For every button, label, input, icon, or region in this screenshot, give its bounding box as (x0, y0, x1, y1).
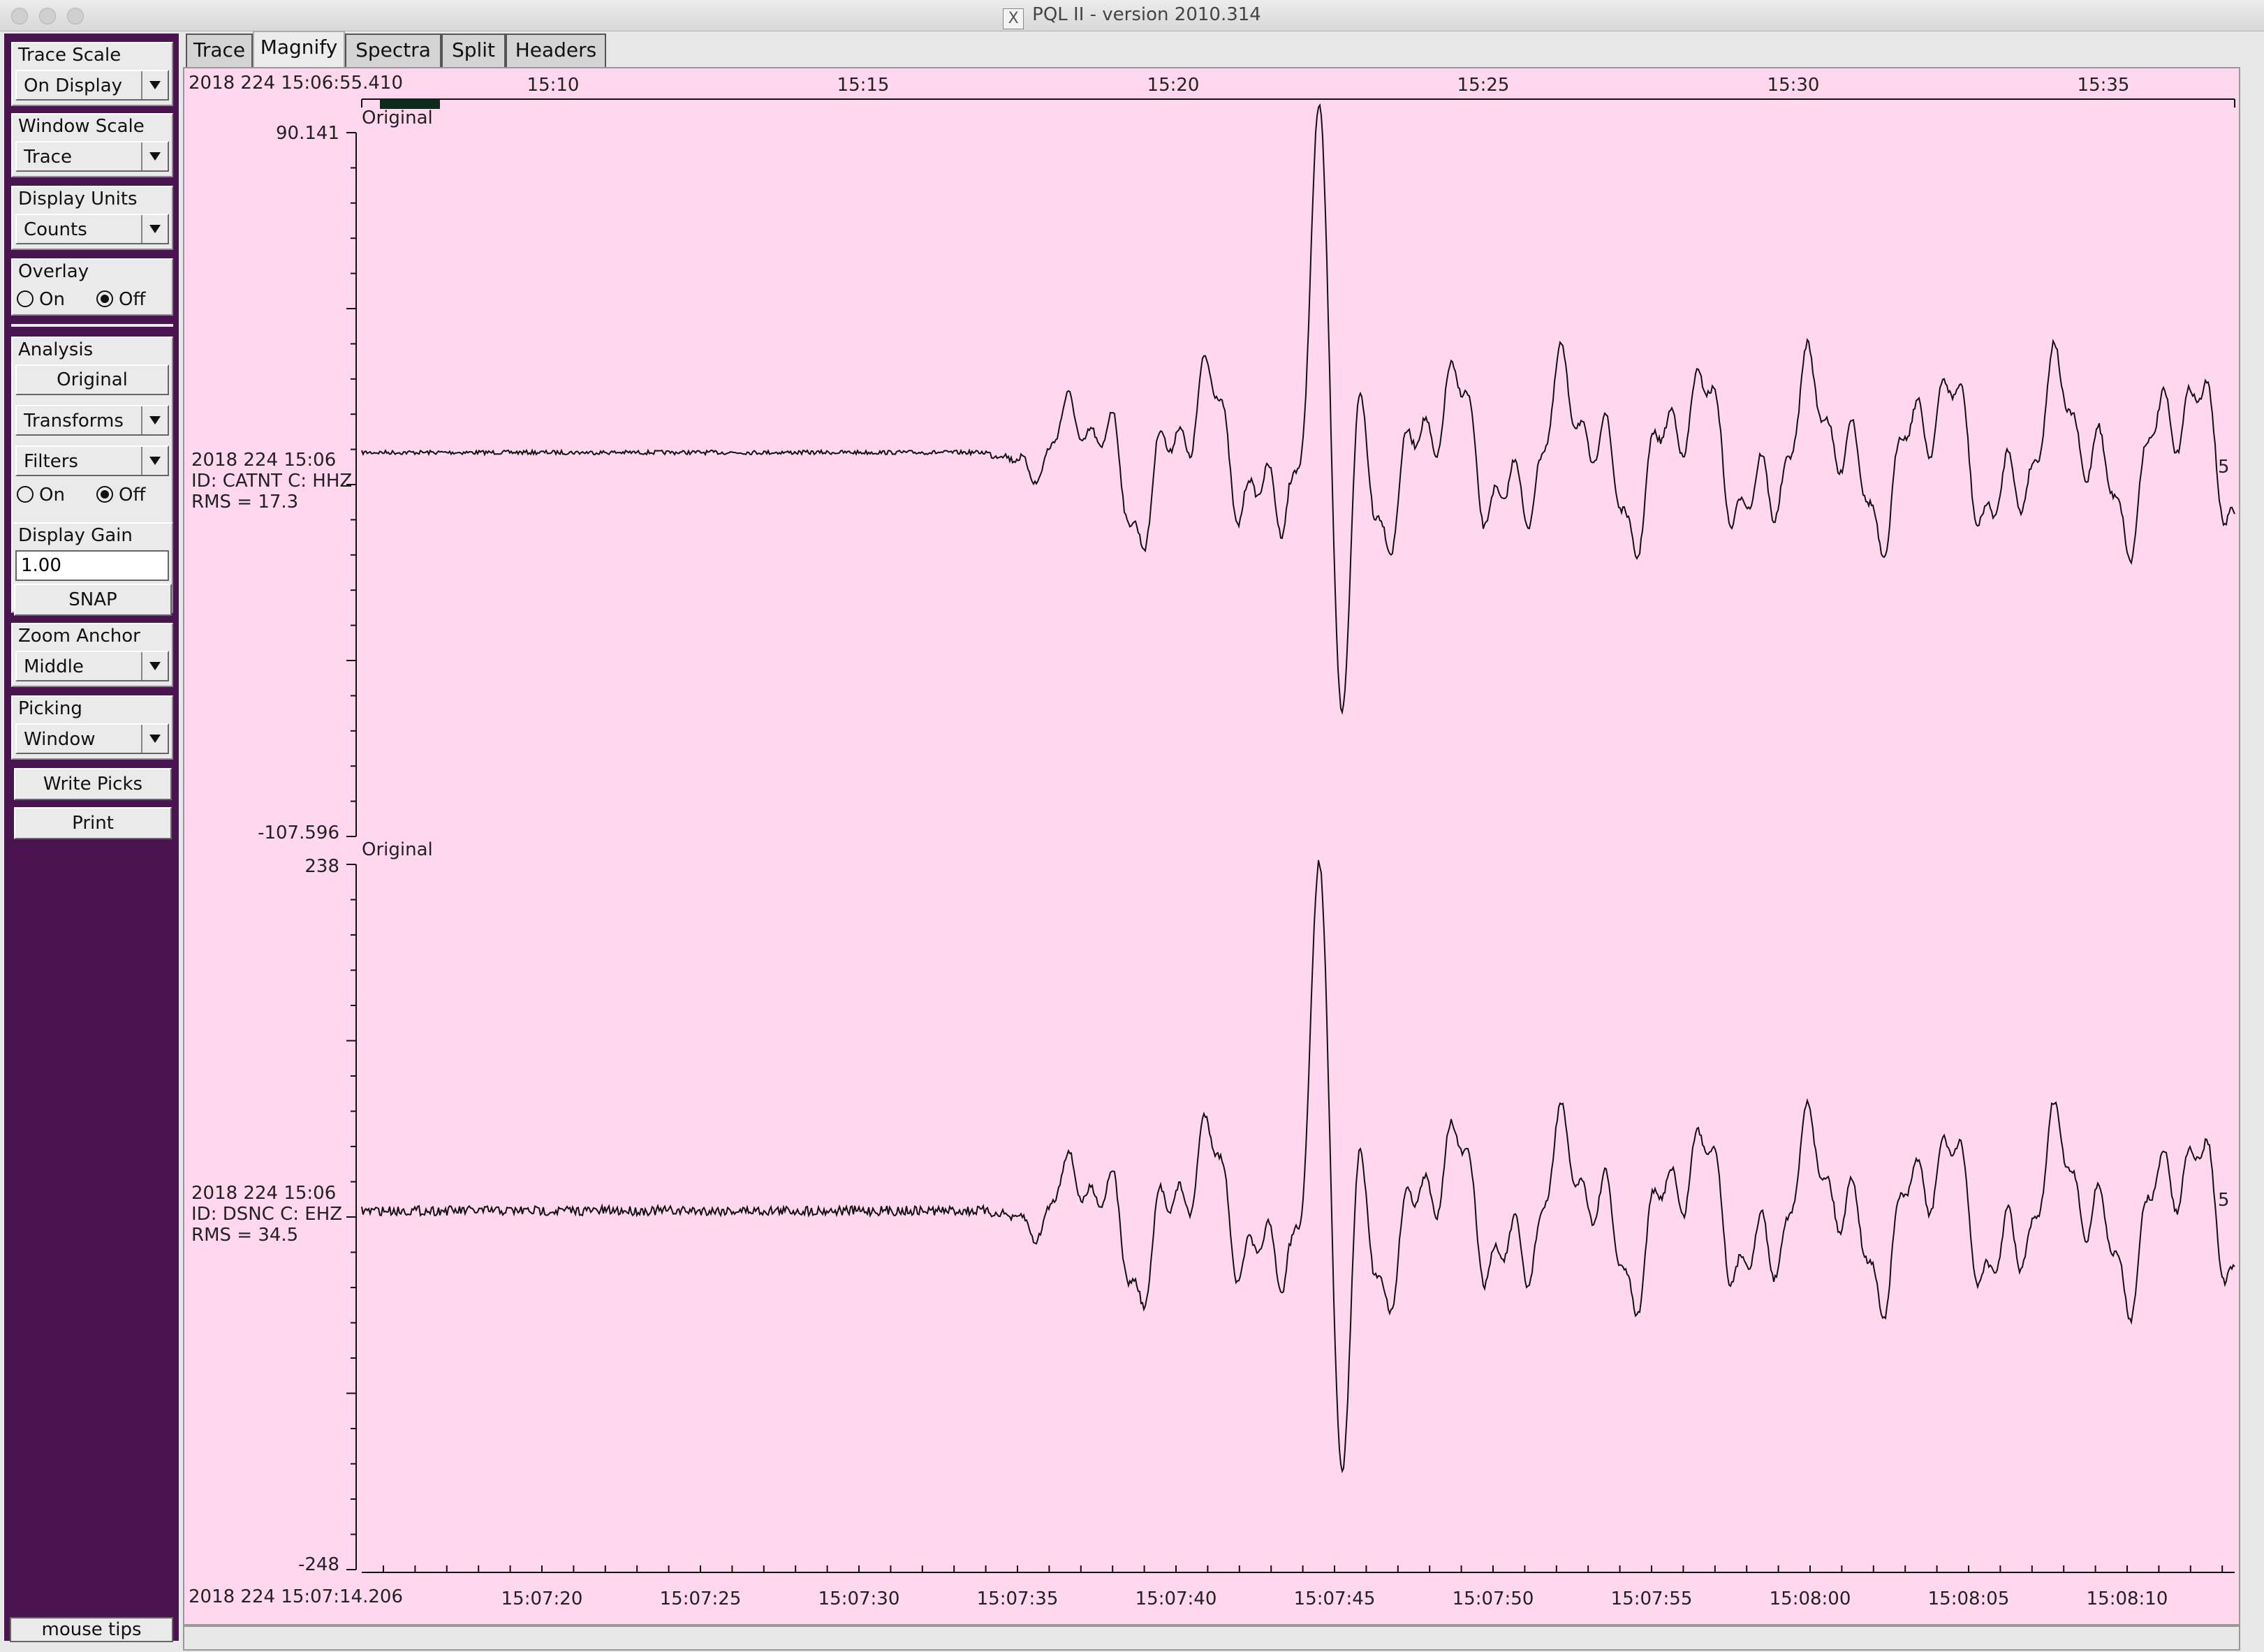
bottom-axis-tick-label: 15:08:00 (1770, 1588, 1851, 1609)
bottom-axis-tick-label: 15:07:35 (977, 1588, 1059, 1609)
window-scale-dropdown[interactable]: Trace (15, 141, 169, 172)
trace-scale-group: Trace Scale On Display (11, 42, 173, 106)
bottom-axis-tick-label: 15:07:30 (818, 1588, 900, 1609)
top-axis-tick-label: 15:25 (1457, 75, 1510, 96)
filters-on-label: On (39, 485, 65, 506)
overlay-radio-group: On Off (17, 289, 170, 313)
right-margin (2240, 67, 2264, 1651)
analysis-group: Analysis Original Transforms Filters On … (11, 337, 173, 553)
radio-unselected-icon (17, 290, 34, 307)
overlay-off-radio[interactable]: Off (96, 289, 145, 310)
magnify-window-marker (380, 99, 440, 109)
overlay-off-label: Off (119, 289, 146, 310)
top-axis-tick-label: 15:20 (1147, 75, 1200, 96)
sidebar-divider (11, 324, 173, 327)
trace-scale-value: On Display (24, 75, 123, 96)
bottom-axis-tick-label: 15:08:05 (1928, 1588, 2010, 1609)
transforms-value: Transforms (24, 411, 124, 432)
tab-magnify[interactable]: Magnify (253, 31, 345, 67)
display-units-dropdown[interactable]: Counts (15, 214, 169, 244)
zoom-anchor-value: Middle (24, 656, 84, 677)
snap-button[interactable]: SNAP (14, 584, 172, 616)
overlay-on-label: On (39, 289, 65, 310)
window-title: PQL II - version 2010.314 (1032, 4, 1261, 25)
horizontal-scrollbar[interactable] (183, 1625, 2240, 1651)
filters-value: Filters (24, 451, 78, 472)
display-units-group: Display Units Counts (11, 186, 173, 250)
print-button[interactable]: Print (14, 807, 172, 839)
trace2-waveform (361, 860, 2235, 1474)
filters-on-radio[interactable]: On (17, 485, 65, 506)
display-gain-input[interactable] (15, 550, 169, 581)
window-scale-group: Window Scale Trace (11, 113, 173, 177)
top-axis-tick-label: 15:35 (2078, 75, 2130, 96)
transforms-dropdown[interactable]: Transforms (15, 405, 169, 436)
control-panel: Trace Scale On Display Window Scale Trac… (4, 34, 179, 1641)
filters-dropdown[interactable]: Filters (15, 445, 169, 476)
picking-value: Window (24, 729, 96, 750)
bottom-axis-tick-label: 15:07:45 (1294, 1588, 1376, 1609)
window-scale-label: Window Scale (18, 116, 145, 137)
display-gain-label: Display Gain (18, 525, 133, 546)
top-axis-tick-label: 15:30 (1767, 75, 1820, 96)
mouse-tips-button[interactable]: mouse tips (10, 1617, 173, 1642)
radio-selected-icon (96, 290, 113, 307)
window-scale-value: Trace (24, 147, 72, 168)
trace1-waveform (361, 103, 2235, 715)
original-button-label: Original (57, 369, 128, 390)
chevron-down-icon (141, 652, 168, 680)
overlay-group: Overlay On Off (11, 258, 173, 316)
original-button[interactable]: Original (15, 364, 169, 395)
x11-app-icon: X (1003, 8, 1024, 29)
plot-canvas: 15:10 15:15 15:20 15:25 15:30 15:35 15:07:20 15… (346, 75, 2235, 1609)
trace-scale-label: Trace Scale (18, 45, 122, 66)
bottom-axis-tick-label: 15:07:25 (660, 1588, 742, 1609)
top-axis-tick-label: 15:10 (527, 75, 580, 96)
picking-dropdown[interactable]: Window (15, 723, 169, 754)
tab-trace[interactable]: Trace (186, 34, 253, 67)
filters-radio-group: On Off (17, 485, 170, 508)
bottom-axis-tick-label: 15:07:50 (1453, 1588, 1534, 1609)
seismogram-plot[interactable]: 2018 224 15:06:55.410 2018 224 15:07:14.… (183, 67, 2240, 1625)
overlay-label: Overlay (18, 261, 89, 282)
chevron-down-icon (141, 447, 168, 475)
filters-off-label: Off (119, 485, 146, 506)
window-title-container: X PQL II - version 2010.314 (0, 4, 2264, 29)
chevron-down-icon (141, 71, 168, 99)
tab-spectra[interactable]: Spectra (345, 34, 441, 67)
trace-scale-dropdown[interactable]: On Display (15, 70, 169, 101)
bottom-axis-tick-label: 15:07:20 (501, 1588, 583, 1609)
tab-headers[interactable]: Headers (506, 34, 606, 67)
zoom-anchor-label: Zoom Anchor (18, 626, 140, 647)
picking-group: Picking Window (11, 695, 173, 760)
overlay-on-radio[interactable]: On (17, 289, 65, 310)
chevron-down-icon (141, 406, 168, 434)
display-units-value: Counts (24, 219, 87, 240)
filters-off-radio[interactable]: Off (96, 485, 145, 506)
chevron-down-icon (141, 725, 168, 753)
write-picks-button[interactable]: Write Picks (14, 768, 172, 800)
picking-label: Picking (18, 698, 82, 719)
title-bar: X PQL II - version 2010.314 (0, 0, 2264, 31)
radio-unselected-icon (17, 486, 34, 503)
tab-split[interactable]: Split (441, 34, 506, 67)
zoom-anchor-group: Zoom Anchor Middle (11, 623, 173, 687)
radio-selected-icon (96, 486, 113, 503)
analysis-label: Analysis (18, 339, 94, 360)
bottom-axis-tick-label: 15:08:10 (2087, 1588, 2168, 1609)
zoom-anchor-dropdown[interactable]: Middle (15, 651, 169, 681)
chevron-down-icon (141, 142, 168, 170)
bottom-axis-tick-label: 15:07:55 (1611, 1588, 1693, 1609)
chevron-down-icon (141, 215, 168, 243)
display-units-label: Display Units (18, 189, 138, 209)
bottom-axis-tick-label: 15:07:40 (1135, 1588, 1217, 1609)
top-axis-tick-label: 15:15 (837, 75, 890, 96)
